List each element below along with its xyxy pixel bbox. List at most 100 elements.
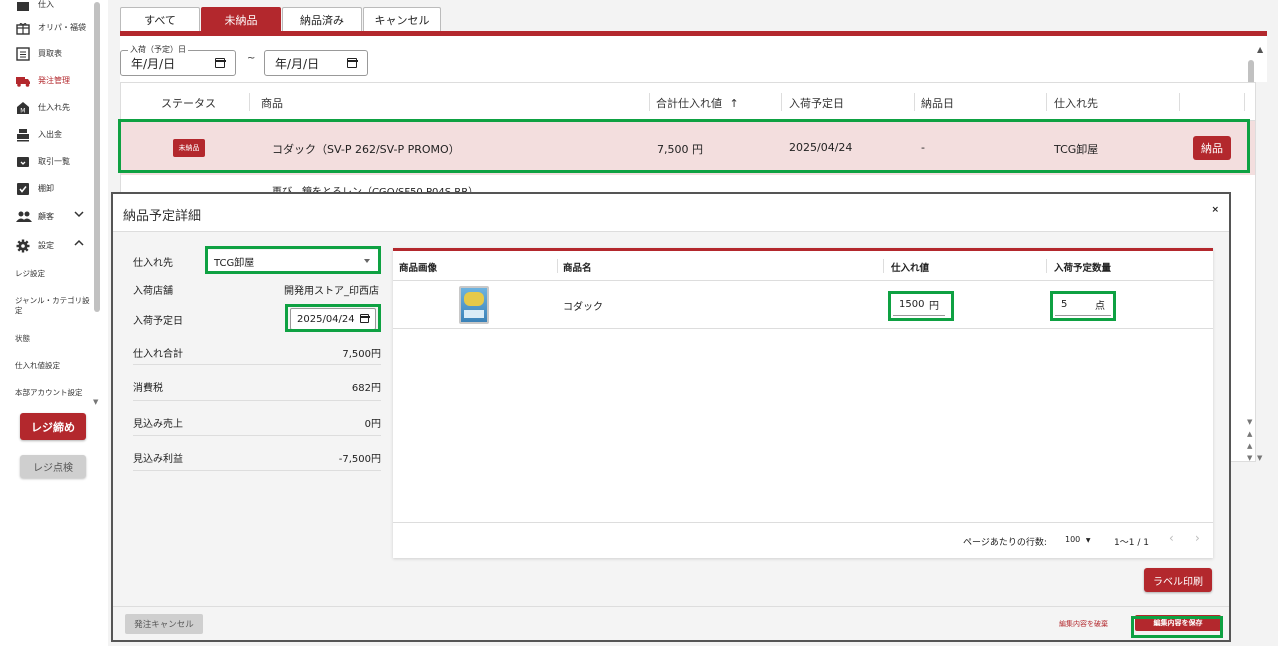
th-name: 商品名	[563, 263, 592, 274]
save-changes-button[interactable]: 編集内容を保存	[1135, 615, 1221, 631]
sidebar-scrollbar[interactable]	[94, 2, 100, 312]
chevron-down-icon[interactable]	[74, 209, 84, 222]
date-from-placeholder: 年/月/日	[131, 56, 176, 71]
calendar-icon[interactable]	[346, 58, 358, 68]
sidebar-item-customers[interactable]: 顧客	[16, 206, 54, 226]
th-total-label: 合計仕入れ値	[656, 97, 722, 110]
modal-footer: 発注キャンセル 編集内容を破棄 編集内容を保存	[113, 606, 1229, 640]
calendar-icon[interactable]	[359, 314, 370, 323]
scroll-up-arrow-icon[interactable]: ▲	[1257, 45, 1263, 54]
next-page-icon[interactable]: ›	[1195, 531, 1200, 545]
register-icon	[16, 0, 31, 11]
quantity-input[interactable]: 5 点	[1055, 294, 1111, 316]
purchase-total-label: 仕入れ合計	[133, 349, 183, 360]
th-qty: 入荷予定数量	[1054, 263, 1112, 274]
sidebar-item-inventory[interactable]: 棚卸	[16, 178, 54, 198]
tab-all[interactable]: すべて	[120, 7, 200, 31]
date-filter: 年/月/日 入荷（予定）日 ~ 年/月/日	[120, 36, 1267, 82]
settings-sub-condition[interactable]: 状態	[15, 334, 30, 344]
date-to-placeholder: 年/月/日	[275, 56, 320, 71]
total-row: 仕入れ合計 7,500円	[133, 325, 381, 365]
expected-profit-row: 見込み利益 -7,500円	[133, 436, 381, 471]
order-cancel-button[interactable]: 発注キャンセル	[125, 614, 203, 634]
scroll-down-arrow-icon[interactable]: ▼	[1247, 418, 1252, 426]
sidebar-item-label: 買取表	[38, 48, 62, 58]
scroll-down-arrow-icon[interactable]: ▼	[1257, 454, 1262, 462]
receive-button[interactable]: 納品	[1193, 136, 1231, 160]
sidebar-item-label: 仕入れ先	[38, 102, 70, 112]
qty-value: 5	[1061, 299, 1068, 310]
modal-title: 納品予定詳細	[123, 209, 202, 224]
scroll-up-arrow-icon[interactable]: ▲	[1247, 430, 1252, 438]
prev-page-icon[interactable]: ‹	[1169, 531, 1174, 545]
th-total[interactable]: 合計仕入れ値 ↑	[656, 95, 739, 111]
price-input[interactable]: 1500 円	[893, 294, 945, 316]
sidebar-item-settings[interactable]: 設定	[16, 235, 54, 255]
th-image: 商品画像	[399, 263, 438, 274]
column-divider	[1179, 93, 1180, 111]
truck-icon	[16, 73, 31, 87]
inbox-icon	[16, 154, 31, 168]
sidebar-item-transactions[interactable]: 取引一覧	[16, 151, 70, 171]
tax-label: 消費税	[133, 383, 163, 394]
expected-profit-value: -7,500円	[338, 454, 381, 465]
product-image	[459, 286, 489, 324]
status-tabs: すべて 未納品 納品済み キャンセル	[120, 7, 442, 31]
th-price: 仕入れ値	[891, 263, 930, 274]
status-badge: 未納品	[173, 139, 205, 157]
cell-eta: 2025/04/24	[789, 141, 853, 154]
store-icon: M	[16, 100, 31, 115]
order-items-table: 商品画像 商品名 仕入れ値 入荷予定数量 コダック 1500 円 5 点 ページ…	[393, 248, 1213, 558]
sidebar-item-oripa[interactable]: オリパ・福袋	[16, 17, 86, 37]
table-row: コダック 1500 円 5 点	[393, 281, 1213, 329]
supplier-label: 仕入れ先	[133, 258, 173, 269]
supplier-select[interactable]: TCG卸屋	[208, 250, 378, 274]
svg-text:M: M	[20, 108, 25, 115]
sidebar-item-suppliers[interactable]: M 仕入れ先	[16, 97, 70, 117]
settings-sub-register[interactable]: レジ設定	[15, 269, 45, 279]
tab-unreceived[interactable]: 未納品	[201, 7, 281, 31]
sidebar-item-cash[interactable]: 入出金	[16, 124, 62, 144]
scroll-down-arrow-icon[interactable]: ▼	[1247, 454, 1252, 462]
th-delivered[interactable]: 納品日	[921, 95, 954, 111]
expected-profit-label: 見込み利益	[133, 454, 183, 465]
check-register-button[interactable]: レジ点検	[20, 455, 86, 478]
scroll-up-arrow-icon[interactable]: ▲	[1247, 442, 1252, 450]
discard-changes-button[interactable]: 編集内容を破棄	[1059, 619, 1108, 629]
close-register-button[interactable]: レジ締め	[20, 413, 86, 440]
supplier-selected-value: TCG卸屋	[214, 258, 255, 269]
date-to-input[interactable]: 年/月/日	[264, 50, 368, 76]
sidebar-item-label: 顧客	[38, 211, 54, 221]
close-icon[interactable]: ×	[1211, 205, 1219, 215]
scroll-down-arrow-icon[interactable]: ▼	[93, 398, 98, 406]
tax-row: 消費税 682円	[133, 365, 381, 401]
tab-received[interactable]: 納品済み	[282, 7, 362, 31]
settings-sub-price[interactable]: 仕入れ値設定	[15, 361, 60, 371]
th-status[interactable]: ステータス	[161, 95, 216, 111]
sidebar-item-buy-list[interactable]: 買取表	[16, 43, 62, 63]
label-print-button[interactable]: ラベル印刷	[1144, 568, 1212, 592]
table-row[interactable]: 未納品 コダック（SV-P 262/SV-P PROMO） 7,500 円 20…	[121, 121, 1255, 175]
gear-icon	[16, 238, 31, 253]
cell-total: 7,500 円	[657, 143, 703, 156]
clipboard-check-icon	[16, 181, 31, 195]
tab-cancelled[interactable]: キャンセル	[363, 7, 441, 31]
sidebar-item-purchase[interactable]: 仕入	[16, 0, 54, 14]
settings-sub-hq-account[interactable]: 本部アカウント設定	[15, 388, 83, 398]
column-divider	[914, 93, 915, 111]
eta-date-input[interactable]: 2025/04/24	[290, 308, 376, 330]
column-divider	[649, 93, 650, 111]
settings-sub-genre[interactable]: ジャンル・カテゴリ設定	[15, 296, 90, 316]
th-product[interactable]: 商品	[261, 95, 283, 111]
sidebar-item-order-management[interactable]: 発注管理	[16, 70, 70, 90]
th-supplier[interactable]: 仕入れ先	[1054, 95, 1098, 111]
sort-arrow-icon[interactable]: ↑	[730, 97, 739, 110]
qty-unit: 点	[1095, 301, 1105, 312]
rows-per-page-select[interactable]: 100 ▼	[1065, 535, 1090, 544]
calendar-icon[interactable]	[214, 58, 226, 68]
column-divider	[781, 93, 782, 111]
sidebar-item-label: 取引一覧	[38, 156, 70, 166]
modal-header: 納品予定詳細 ×	[113, 194, 1229, 232]
chevron-up-icon[interactable]	[74, 238, 84, 251]
th-eta[interactable]: 入荷予定日	[789, 95, 844, 111]
